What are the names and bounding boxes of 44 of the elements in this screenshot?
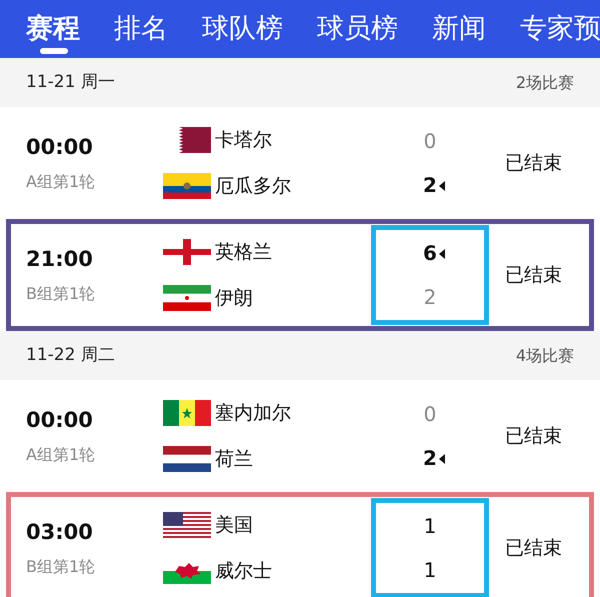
- winner-marker-icon: [439, 249, 446, 259]
- score: 0: [424, 128, 436, 155]
- match-status: 已结束: [505, 424, 562, 449]
- tab[interactable]: 专家预: [520, 0, 600, 58]
- match-time: 03:00: [26, 519, 94, 546]
- match-time: 21:00: [26, 246, 94, 274]
- tab[interactable]: 球员榜: [317, 0, 398, 58]
- score: 6: [423, 240, 437, 267]
- team-name: 威尔士: [215, 559, 272, 584]
- round-label: A组第1轮: [26, 444, 96, 466]
- match-count: 4场比赛: [516, 344, 574, 366]
- date-label: 11-22 周二: [26, 344, 115, 367]
- score: 2: [424, 284, 436, 311]
- team-name: 伊朗: [215, 286, 253, 311]
- team-name: 英格兰: [215, 240, 272, 264]
- score: 1: [424, 557, 436, 584]
- active-tab-indicator: [40, 48, 68, 54]
- team-name: 荷兰: [215, 447, 253, 472]
- tab[interactable]: 新闻: [432, 0, 486, 58]
- score: 2: [423, 445, 437, 472]
- match-status: 已结束: [505, 150, 562, 176]
- team-name: 卡塔尔: [215, 128, 272, 152]
- match-count: 2场比赛: [516, 72, 574, 94]
- tab[interactable]: 球队榜: [202, 0, 283, 58]
- round-label: B组第1轮: [26, 282, 96, 305]
- date-label: 11-21 周一: [26, 70, 115, 94]
- team-name: 美国: [215, 512, 253, 538]
- match-status: 已结束: [505, 536, 562, 561]
- team-name: 厄瓜多尔: [215, 174, 291, 199]
- round-label: B组第1轮: [26, 556, 96, 578]
- match-time: 00:00: [26, 134, 94, 162]
- round-label: A组第1轮: [26, 170, 96, 193]
- score: 2: [423, 172, 437, 199]
- score: 1: [424, 513, 436, 540]
- match-status: 已结束: [505, 262, 562, 288]
- highlighted-match-row[interactable]: 03:00 B组第1轮 美国 威尔士 1 1 已结束: [6, 492, 594, 597]
- winner-marker-icon: [439, 454, 446, 464]
- score: 0: [424, 401, 436, 428]
- match-time: 00:00: [26, 407, 94, 434]
- team-name: 塞内加尔: [215, 400, 291, 426]
- winner-marker-icon: [439, 181, 446, 191]
- tab[interactable]: 赛程: [26, 0, 80, 58]
- tab[interactable]: 排名: [114, 0, 168, 58]
- highlighted-match-row[interactable]: 21:00 B组第1轮 英格兰 伊朗 6 2 已结束: [6, 219, 594, 331]
